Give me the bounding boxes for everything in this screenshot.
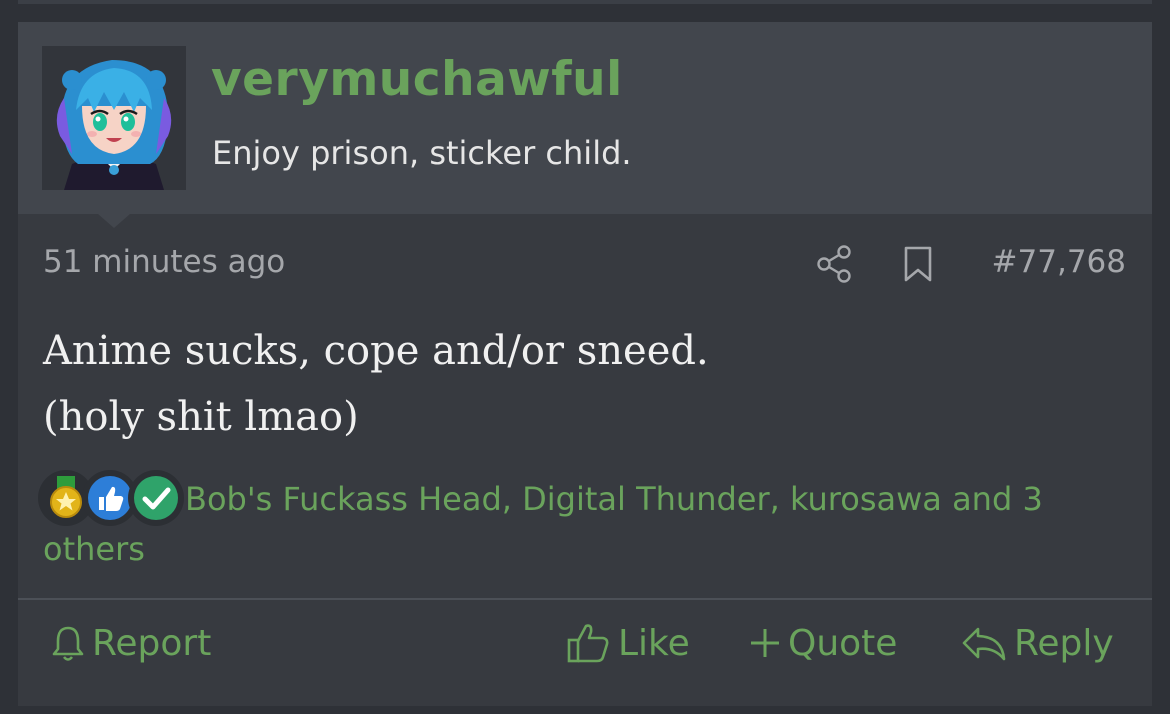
report-label: Report: [92, 622, 212, 664]
post-message: Anime sucks, cope and/or sneed. (holy sh…: [43, 318, 709, 450]
share-icon[interactable]: [816, 244, 854, 284]
header-notch: [98, 214, 130, 228]
avatar[interactable]: [42, 46, 186, 190]
forum-post: verymuchawful Enjoy prison, sticker chil…: [18, 22, 1152, 706]
bell-icon: [52, 626, 84, 661]
quote-button[interactable]: Quote: [748, 620, 897, 666]
like-button[interactable]: Like: [566, 620, 690, 666]
username[interactable]: verymuchawful: [211, 52, 623, 107]
anime-avatar-icon: [42, 46, 186, 190]
plus-icon: [751, 629, 779, 657]
message-line: Anime sucks, cope and/or sneed.: [43, 328, 709, 374]
reply-arrow-icon: [962, 627, 1006, 661]
message-line: (holy shit lmao): [43, 394, 359, 440]
post-timestamp[interactable]: 51 minutes ago: [43, 244, 285, 280]
previous-post-edge: [18, 0, 1152, 4]
thumbs-up-icon: [567, 624, 609, 663]
footer-divider: [18, 598, 1152, 600]
bookmark-icon[interactable]: [902, 244, 934, 284]
like-label: Like: [618, 622, 690, 664]
report-button[interactable]: Report: [50, 620, 211, 666]
post-number-link[interactable]: #77,768: [992, 244, 1126, 280]
user-header: verymuchawful Enjoy prison, sticker chil…: [18, 22, 1152, 214]
reply-label: Reply: [1014, 622, 1114, 664]
reply-button[interactable]: Reply: [960, 620, 1114, 666]
quote-label: Quote: [788, 622, 898, 664]
reactions-summary[interactable]: Bob's Fuckass Head, Digital Thunder, kur…: [43, 474, 1128, 574]
user-title: Enjoy prison, sticker child.: [212, 134, 632, 172]
